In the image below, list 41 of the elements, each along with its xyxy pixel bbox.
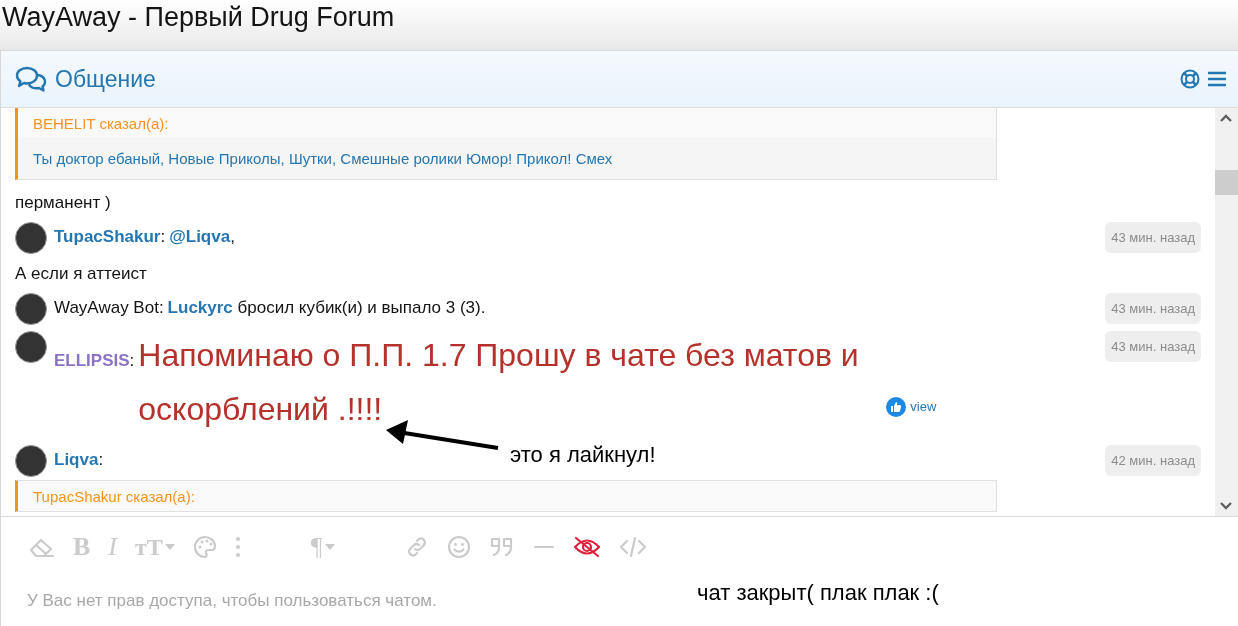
more-icon	[234, 535, 241, 559]
page-title: WayAway - Первый Drug Forum	[1, 1, 395, 34]
menu-icon[interactable]	[1208, 71, 1226, 87]
chat-title: Общение	[55, 65, 157, 93]
username-link[interactable]: ELLIPSIS	[54, 337, 130, 385]
username-link[interactable]: Liqva	[54, 445, 99, 475]
scroll-up-icon[interactable]	[1220, 114, 1232, 122]
smile-button[interactable]	[446, 533, 471, 561]
palette-button[interactable]	[192, 533, 217, 561]
avatar	[15, 293, 47, 325]
scrollbar-thumb[interactable]	[1215, 170, 1238, 195]
colon: :	[160, 226, 166, 248]
code-icon	[618, 535, 647, 559]
timestamp: 43 мин. назад	[1105, 293, 1201, 324]
avatar	[15, 222, 47, 254]
annotation-text: это я лайкнул!	[510, 442, 656, 468]
scroll-down-icon[interactable]	[1220, 502, 1232, 510]
lifebuoy-icon[interactable]	[1180, 69, 1200, 89]
colon: :	[98, 449, 104, 471]
view-reactions-link[interactable]: view	[910, 383, 937, 431]
quote-icon	[488, 535, 515, 559]
colon: :	[158, 297, 164, 319]
message-text: @Liqva,	[169, 227, 235, 246]
avatar	[15, 331, 47, 363]
username-link[interactable]: TupacShakur	[54, 222, 161, 252]
smile-icon	[446, 535, 471, 559]
timestamp: 43 мин. назад	[1105, 222, 1201, 253]
avatar	[15, 445, 47, 477]
timestamp: 43 мин. назад	[1105, 331, 1201, 362]
username-link[interactable]: WayAway Bot	[54, 293, 159, 323]
message-text: Luckyrc бросил кубик(и) и выпало 3 (3).	[167, 298, 486, 317]
message-text: А если я аттеист	[15, 263, 148, 285]
annotation-text: чат закрыт( плак плак :(	[697, 580, 939, 606]
message-text: перманент )	[15, 192, 112, 214]
horizontal-line-icon	[532, 545, 555, 549]
palette-icon	[192, 535, 217, 559]
scrollbar[interactable]	[1215, 108, 1238, 516]
message-text: Напоминаю о П.П. 1.7 Прошу в чате без матов и оскорблений .!!!!	[138, 337, 859, 427]
colon: :	[129, 350, 135, 372]
chat-bubbles-icon	[15, 66, 47, 92]
timestamp: 42 мин. назад	[1105, 445, 1201, 476]
